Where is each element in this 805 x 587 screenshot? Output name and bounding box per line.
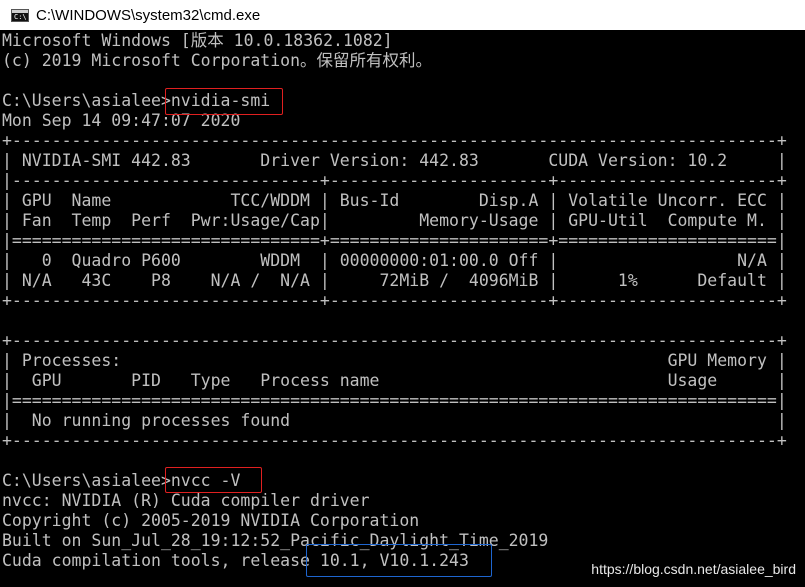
gpu-header-row: | Fan Temp Perf Pwr:Usage/Cap| Memory-Us…	[2, 211, 787, 230]
cmd-window: C:\ C:\WINDOWS\system32\cmd.exe Microsof…	[0, 0, 805, 587]
console-output[interactable]: Microsoft Windows [版本 10.0.18362.1082] (…	[0, 31, 805, 587]
processes-header-row: | GPU PID Type Process name Usage |	[2, 371, 787, 390]
console-line: (c) 2019 Microsoft Corporation。保留所有权利。	[2, 51, 433, 70]
gpu-header-row: | GPU Name TCC/WDDM | Bus-Id Disp.A | Vo…	[2, 191, 787, 210]
processes-data-row: | No running processes found |	[2, 411, 787, 430]
window-title: C:\WINDOWS\system32\cmd.exe	[36, 6, 261, 24]
nvidia-smi-highlight-box	[165, 88, 283, 115]
processes-header-row: | Processes: GPU Memory |	[2, 351, 787, 370]
gpu-data-row: | 0 Quadro P600 WDDM | 00000000:01:00.0 …	[2, 251, 787, 270]
nvcc-highlight-box	[165, 467, 262, 493]
table-border: |=======================================…	[2, 391, 787, 410]
version-highlight-box	[306, 544, 492, 577]
table-border: +---------------------------------------…	[2, 431, 787, 450]
cmd-icon-text: C:\	[14, 12, 27, 21]
smi-version-row: | NVIDIA-SMI 442.83 Driver Version: 442.…	[2, 151, 787, 170]
table-border: +-------------------------------+-------…	[2, 291, 787, 310]
table-border: +---------------------------------------…	[2, 131, 787, 150]
watermark: https://blog.csdn.net/asialee_bird	[591, 561, 796, 577]
cmd-icon: C:\	[11, 8, 29, 22]
table-border: +---------------------------------------…	[2, 331, 787, 350]
console-line: Copyright (c) 2005-2019 NVIDIA Corporati…	[2, 511, 420, 530]
console-line: nvcc: NVIDIA (R) Cuda compiler driver	[2, 491, 370, 510]
gpu-data-row: | N/A 43C P8 N/A / N/A | 72MiB / 4096MiB…	[2, 271, 787, 290]
title-bar[interactable]: C:\ C:\WINDOWS\system32\cmd.exe	[0, 0, 805, 30]
table-border: |-------------------------------+-------…	[2, 171, 787, 190]
console-line: Microsoft Windows [版本 10.0.18362.1082]	[2, 31, 393, 50]
table-border: |===============================+=======…	[2, 231, 787, 250]
